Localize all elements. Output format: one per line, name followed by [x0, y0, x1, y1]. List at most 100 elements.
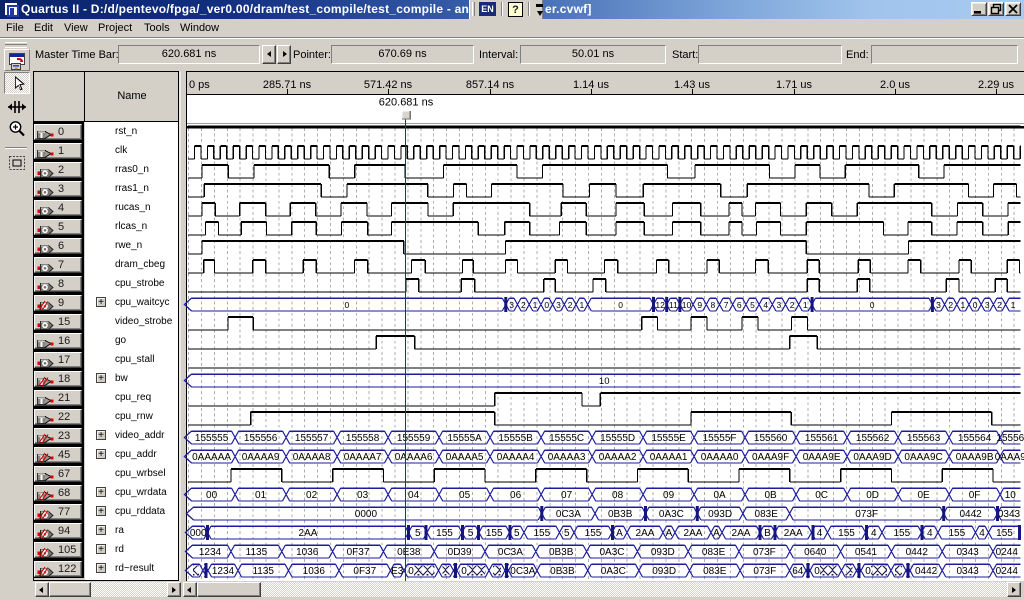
svg-text:155: 155 — [585, 528, 602, 539]
svg-text:155: 155 — [486, 528, 503, 539]
svg-text:155: 155 — [436, 528, 453, 539]
svg-text:0: 0 — [618, 300, 623, 310]
svg-text:0D39: 0D39 — [448, 547, 472, 558]
svg-text:093D: 093D — [652, 566, 676, 577]
svg-text:0AAAA1: 0AAAA1 — [650, 452, 688, 463]
svg-text:1: 1 — [1011, 300, 1016, 310]
svg-text:64: 64 — [792, 566, 804, 577]
svg-text:0: 0 — [973, 300, 978, 310]
svg-text:0AAA9C: 0AAA9C — [904, 452, 942, 463]
svg-text:0442: 0442 — [915, 566, 938, 577]
svg-text:06: 06 — [510, 490, 522, 501]
svg-text:05: 05 — [459, 490, 471, 501]
svg-text:2: 2 — [997, 300, 1002, 310]
svg-text:0442: 0442 — [959, 509, 982, 520]
svg-text:01: 01 — [255, 490, 267, 501]
svg-text:3: 3 — [777, 300, 782, 310]
svg-text:2AA: 2AA — [732, 528, 751, 539]
svg-text:0F37: 0F37 — [347, 547, 370, 558]
svg-text:0B3B: 0B3B — [608, 509, 633, 520]
svg-text:08: 08 — [612, 490, 624, 501]
svg-text:0B3B: 0B3B — [549, 547, 574, 558]
svg-text:2AA: 2AA — [784, 528, 803, 539]
svg-text:155562: 155562 — [856, 433, 890, 444]
svg-text:6: 6 — [737, 300, 742, 310]
svg-text:09: 09 — [663, 490, 675, 501]
svg-text:0A3C: 0A3C — [659, 509, 684, 520]
svg-text:0AAAA0: 0AAAA0 — [701, 452, 739, 463]
svg-text:620.681 ns: 620.681 ns — [379, 97, 434, 109]
svg-text:0: 0 — [870, 300, 875, 310]
svg-text:0: 0 — [814, 566, 820, 577]
svg-text:0 ps: 0 ps — [189, 79, 210, 91]
svg-text:1234: 1234 — [212, 566, 235, 577]
svg-text:155: 155 — [893, 528, 910, 539]
svg-text:1: 1 — [803, 300, 808, 310]
svg-text:4: 4 — [871, 528, 877, 539]
svg-text:0C3A: 0C3A — [510, 566, 535, 577]
svg-text:A: A — [713, 528, 720, 539]
svg-text:0244: 0244 — [996, 566, 1019, 577]
svg-text:0F: 0F — [969, 490, 981, 501]
svg-text:083E: 083E — [702, 547, 726, 558]
svg-text:A: A — [666, 528, 673, 539]
svg-text:2AA: 2AA — [684, 528, 703, 539]
svg-text:3: 3 — [936, 300, 941, 310]
svg-text:E3: E3 — [391, 566, 404, 577]
svg-text:4: 4 — [763, 300, 768, 310]
svg-text:0: 0 — [544, 300, 549, 310]
svg-text:1036: 1036 — [303, 566, 326, 577]
svg-text:4: 4 — [927, 528, 933, 539]
svg-text:0343: 0343 — [998, 509, 1021, 520]
svg-text:073F: 073F — [753, 566, 776, 577]
svg-text:1135: 1135 — [252, 566, 274, 577]
svg-text:0C3A: 0C3A — [498, 547, 523, 558]
svg-text:0AAAA5: 0AAAA5 — [446, 452, 484, 463]
svg-text:A: A — [616, 528, 623, 539]
svg-text:1: 1 — [961, 300, 966, 310]
svg-text:2: 2 — [948, 300, 953, 310]
svg-text:2: 2 — [790, 300, 795, 310]
svg-text:0: 0 — [865, 566, 871, 577]
svg-text:0343: 0343 — [956, 547, 979, 558]
svg-text:07: 07 — [561, 490, 573, 501]
svg-text:073F: 073F — [753, 547, 776, 558]
svg-text:093D: 093D — [708, 509, 732, 520]
svg-text:2AA: 2AA — [299, 528, 318, 539]
svg-text:073F: 073F — [855, 509, 878, 520]
svg-text:5: 5 — [750, 300, 755, 310]
svg-text:3: 3 — [556, 300, 561, 310]
svg-text:0AAAA8: 0AAAA8 — [293, 452, 331, 463]
svg-text:0AAA9B: 0AAA9B — [956, 452, 994, 463]
svg-text:0C3A: 0C3A — [556, 509, 581, 520]
svg-text:11: 11 — [669, 300, 678, 310]
svg-text:0AAAA4: 0AAAA4 — [497, 452, 535, 463]
svg-text:2: 2 — [568, 300, 573, 310]
svg-text:093D: 093D — [651, 547, 675, 558]
svg-text:155558: 155558 — [346, 433, 380, 444]
svg-text:12: 12 — [655, 300, 665, 310]
svg-text:0640: 0640 — [804, 547, 827, 558]
svg-text:4: 4 — [817, 528, 823, 539]
svg-text:155557: 155557 — [295, 433, 329, 444]
svg-text:0AAAAA: 0AAAAA — [192, 452, 231, 463]
svg-text:3: 3 — [985, 300, 990, 310]
svg-text:0AAA9: 0AAA9 — [995, 452, 1024, 463]
svg-text:0C: 0C — [815, 490, 828, 501]
svg-text:0AAA9E: 0AAA9E — [803, 452, 841, 463]
svg-text:0AAA9F: 0AAA9F — [752, 452, 789, 463]
svg-text:0AAAA6: 0AAAA6 — [395, 452, 433, 463]
svg-text:03: 03 — [357, 490, 369, 501]
svg-text:155561: 155561 — [805, 433, 839, 444]
svg-text:10: 10 — [1005, 490, 1017, 501]
svg-text:155: 155 — [996, 528, 1013, 539]
svg-text:5: 5 — [468, 528, 474, 539]
svg-text:0AAAA2: 0AAAA2 — [599, 452, 637, 463]
svg-text:155559: 155559 — [397, 433, 431, 444]
svg-text:155564: 155564 — [958, 433, 992, 444]
svg-text:0000: 0000 — [355, 509, 378, 520]
svg-text:0A3C: 0A3C — [599, 547, 624, 558]
svg-text:1036: 1036 — [296, 547, 319, 558]
svg-text:0343: 0343 — [956, 566, 979, 577]
svg-text:0: 0 — [408, 566, 414, 577]
